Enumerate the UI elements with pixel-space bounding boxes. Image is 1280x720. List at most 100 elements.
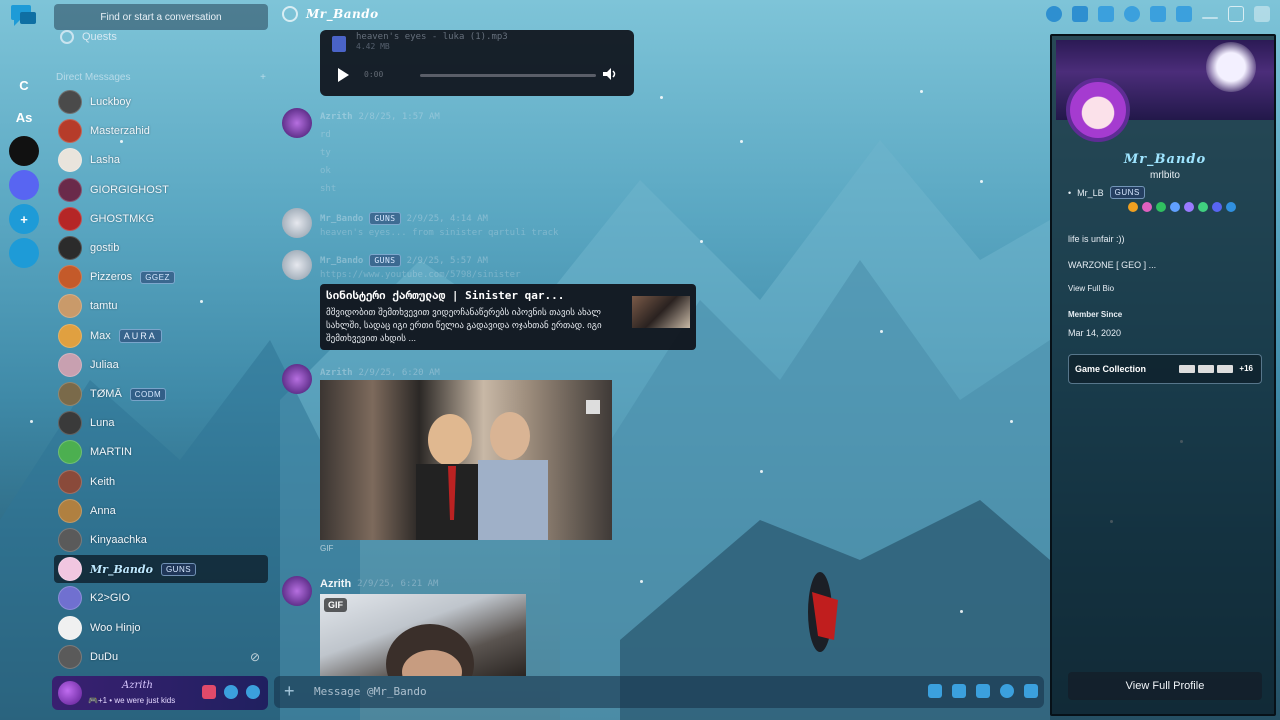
badge-icon[interactable] <box>1142 202 1152 212</box>
view-full-bio-link[interactable]: View Full Bio <box>1068 284 1114 293</box>
server-item-folder[interactable]: C <box>9 70 39 100</box>
window-maximize-icon[interactable] <box>1228 6 1244 22</box>
window-minimize-icon[interactable] <box>1202 16 1218 19</box>
gift-icon[interactable] <box>928 684 942 698</box>
dm-list-item[interactable]: GIORGIGHOST <box>54 176 268 204</box>
video-call-icon[interactable] <box>1072 6 1088 22</box>
profile-avatar[interactable] <box>1066 78 1130 142</box>
moon-decoration <box>1206 42 1256 92</box>
upload-plus-icon[interactable]: + <box>284 681 295 702</box>
headphones-icon[interactable] <box>224 685 238 699</box>
explore-servers-button[interactable] <box>9 238 39 268</box>
badge-icon[interactable] <box>1184 202 1194 212</box>
badge-icon[interactable] <box>1212 202 1222 212</box>
gif-attachment[interactable] <box>320 380 612 540</box>
avatar[interactable] <box>282 364 312 394</box>
embed-thumbnail[interactable] <box>632 296 690 328</box>
quests-icon <box>60 30 74 44</box>
message-author[interactable]: Mr_Bando <box>320 214 363 224</box>
dm-list-item[interactable]: Max AURA <box>54 322 268 350</box>
profile-badges <box>1128 202 1236 212</box>
avatar[interactable] <box>282 208 312 238</box>
dm-list-item[interactable]: Mr_Bando GUNS <box>54 555 268 584</box>
avatar[interactable] <box>58 681 82 705</box>
message-author[interactable]: Azrith <box>320 368 353 378</box>
message-author[interactable]: Azrith <box>320 112 353 122</box>
badge-icon[interactable] <box>1226 202 1236 212</box>
composer-toolbar <box>928 684 1038 698</box>
dm-list-item[interactable]: Lasha <box>54 146 268 174</box>
audio-filename[interactable]: heaven's eyes - luka (1).mp3 <box>356 32 508 42</box>
create-dm-icon[interactable]: + <box>260 72 266 83</box>
conversation-name: Mr_Bando <box>306 7 379 21</box>
dm-list-item[interactable]: Kinyaachka <box>54 526 268 554</box>
avatar <box>58 148 82 173</box>
server-item[interactable]: As <box>9 102 39 132</box>
dm-list-item[interactable]: Keith <box>54 468 268 496</box>
gif-attachment[interactable]: GIF <box>320 594 526 676</box>
discord-server-icon[interactable] <box>9 170 39 200</box>
emoji-icon[interactable] <box>1000 684 1014 698</box>
dm-list-item[interactable]: gostib <box>54 234 268 262</box>
user-profile-icon[interactable] <box>1176 6 1192 22</box>
dm-name: MARTIN <box>90 446 132 459</box>
dm-list-item[interactable]: DuDu ⊘ <box>54 643 268 671</box>
avatar[interactable] <box>282 576 312 606</box>
dm-list-item[interactable]: Woo Hinjo <box>54 614 268 642</box>
pinned-messages-icon[interactable] <box>1098 6 1114 22</box>
dm-list-item[interactable]: Anna <box>54 497 268 525</box>
close-dm-icon[interactable]: ⊘ <box>250 650 260 664</box>
server-item[interactable] <box>9 136 39 166</box>
dm-list-item[interactable]: Luckboy <box>54 88 268 116</box>
dm-list-item[interactable]: Luna <box>54 409 268 437</box>
volume-icon[interactable] <box>602 66 618 82</box>
add-server-button[interactable]: + <box>9 204 39 234</box>
dm-list-item[interactable]: GHOSTMKG <box>54 205 268 233</box>
view-full-profile-button[interactable]: View Full Profile <box>1068 672 1262 700</box>
message-link[interactable]: https://www.youtube.com/5798/sinister <box>320 270 520 280</box>
direct-messages-home-button[interactable] <box>8 2 40 30</box>
dm-list-item[interactable]: TØMĀ CODM <box>54 380 268 408</box>
avatar <box>58 586 82 611</box>
badge-icon[interactable] <box>1156 202 1166 212</box>
search-conversation-input[interactable]: Find or start a conversation <box>54 4 268 30</box>
message-author[interactable]: Mr_Bando <box>320 256 363 266</box>
audio-progress-bar[interactable] <box>420 74 596 77</box>
avatar[interactable] <box>282 250 312 280</box>
badge-icon[interactable] <box>1128 202 1138 212</box>
dm-list-item[interactable]: tamtu <box>54 292 268 320</box>
dm-list-item[interactable]: K2>GIO <box>54 584 268 612</box>
dm-list-item[interactable]: Juliaa <box>54 351 268 379</box>
embed-title[interactable]: სინისტერი ქართულად | Sinister qar... <box>326 289 564 302</box>
mute-mic-icon[interactable] <box>202 685 216 699</box>
game-icons: +16 <box>1179 364 1253 373</box>
window-close-icon[interactable] <box>1254 6 1270 22</box>
quests-nav-item[interactable]: Quests <box>60 30 117 44</box>
dm-list-item[interactable]: MARTIN <box>54 438 268 466</box>
game-collection-card[interactable]: Game Collection +16 <box>1068 354 1262 384</box>
server-item[interactable] <box>9 36 39 66</box>
play-icon[interactable] <box>338 68 349 82</box>
add-friends-icon[interactable] <box>1150 6 1166 22</box>
dm-name: Kinyaachka <box>90 534 147 546</box>
message-composer[interactable]: + Message @Mr_Bando <box>274 676 1044 708</box>
user-name: Azrith <box>122 680 153 691</box>
badge-icon[interactable] <box>1198 202 1208 212</box>
message-author[interactable]: Azrith <box>320 578 351 590</box>
gear-icon[interactable] <box>246 685 260 699</box>
close-icon[interactable] <box>1124 6 1140 22</box>
dm-list-item[interactable]: Pizzeros GGEZ <box>54 263 268 291</box>
server-tag-label: Mr_LB <box>1077 187 1104 198</box>
voice-call-icon[interactable] <box>1046 6 1062 22</box>
apps-icon[interactable] <box>1024 684 1038 698</box>
dm-list-item[interactable]: Masterzahid <box>54 117 268 145</box>
badge-icon[interactable] <box>1170 202 1180 212</box>
link-embed[interactable]: სინისტერი ქართულად | Sinister qar... მშვ… <box>320 284 696 350</box>
message-input-placeholder[interactable]: Message @Mr_Bando <box>314 685 427 698</box>
avatar <box>58 528 82 552</box>
server-tag-badge[interactable]: GUNS <box>1109 186 1145 199</box>
sticker-icon[interactable] <box>976 684 990 698</box>
dm-section-header: Direct Messages + <box>56 72 266 83</box>
avatar[interactable] <box>282 108 312 138</box>
gif-icon[interactable] <box>952 684 966 698</box>
